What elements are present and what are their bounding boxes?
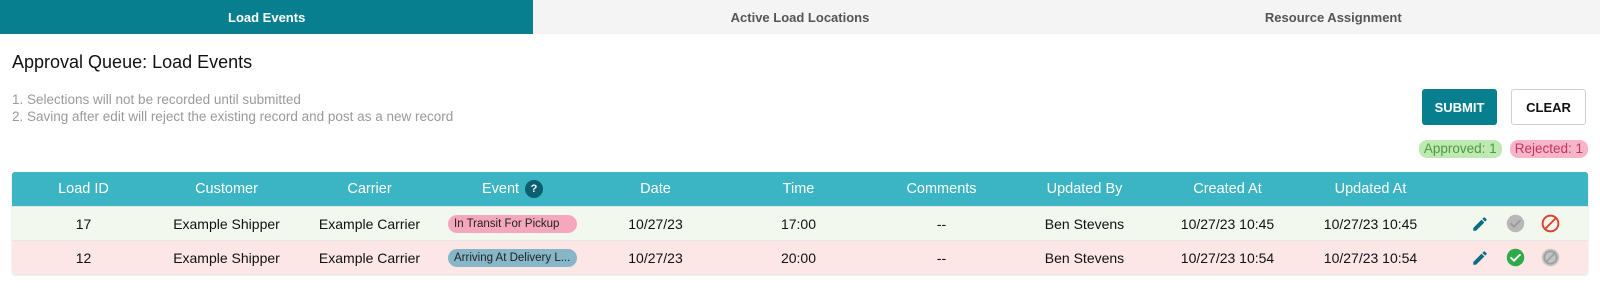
help-icon[interactable]: ? bbox=[525, 180, 544, 198]
cell-actions bbox=[1442, 247, 1588, 268]
tab-active-load-locations[interactable]: Active Load Locations bbox=[533, 0, 1067, 34]
approve-icon[interactable] bbox=[1505, 213, 1526, 234]
instruction-line: 2. Saving after edit will reject the exi… bbox=[12, 109, 454, 124]
tab-bar: Load Events Active Load Locations Resour… bbox=[0, 0, 1600, 34]
cell-created-at: 10/27/23 10:45 bbox=[1180, 215, 1275, 232]
table-row: 17 Example Shipper Example Carrier In Tr… bbox=[12, 206, 1588, 240]
header-carrier: Carrier bbox=[347, 181, 392, 197]
cell-comments: -- bbox=[936, 215, 947, 232]
cell-carrier: Example Carrier bbox=[318, 249, 421, 266]
tab-resource-assignment[interactable]: Resource Assignment bbox=[1066, 0, 1600, 34]
approved-count-badge: Approved: 1 bbox=[1418, 140, 1502, 158]
header-updated-by: Updated By bbox=[1046, 181, 1123, 197]
header-updated-at: Updated At bbox=[1334, 181, 1407, 197]
cell-load-id: 17 bbox=[75, 215, 92, 232]
cell-updated-by: Ben Stevens bbox=[1044, 215, 1125, 232]
header-customer: Customer bbox=[195, 181, 258, 197]
cell-customer: Example Shipper bbox=[173, 215, 280, 232]
header-created-at: Created At bbox=[1193, 181, 1262, 197]
edit-icon[interactable] bbox=[1470, 213, 1491, 234]
approve-icon[interactable] bbox=[1505, 247, 1526, 268]
tab-load-events[interactable]: Load Events bbox=[0, 0, 534, 34]
cell-customer: Example Shipper bbox=[173, 249, 280, 266]
table-header: Load ID Customer Carrier Event ? Date Ti… bbox=[12, 172, 1588, 206]
reject-icon[interactable] bbox=[1540, 247, 1561, 268]
cell-comments: -- bbox=[936, 249, 947, 266]
selection-counts: Approved: 1 Rejected: 1 bbox=[1418, 140, 1588, 158]
page-title: Approval Queue: Load Events bbox=[12, 52, 253, 72]
reject-icon[interactable] bbox=[1540, 213, 1561, 234]
event-pill: Arriving At Delivery L... bbox=[448, 248, 577, 267]
cell-updated-at: 10/27/23 10:54 bbox=[1323, 249, 1418, 266]
header-comments: Comments bbox=[906, 181, 977, 197]
instruction-line: 1. Selections will not be recorded until… bbox=[12, 92, 301, 107]
cell-date: 10/27/23 bbox=[628, 215, 683, 232]
cell-event: Arriving At Delivery L... bbox=[441, 248, 584, 267]
submit-button[interactable]: SUBMIT bbox=[1422, 89, 1497, 125]
cell-load-id: 12 bbox=[75, 249, 92, 266]
cell-event: In Transit For Pickup bbox=[441, 214, 584, 233]
cell-updated-by: Ben Stevens bbox=[1044, 249, 1125, 266]
header-event: Event ? bbox=[441, 180, 584, 198]
header-date: Date bbox=[640, 181, 671, 197]
header-event-label: Event bbox=[481, 181, 520, 197]
cell-carrier: Example Carrier bbox=[318, 215, 421, 232]
cell-time: 20:00 bbox=[780, 249, 817, 266]
cell-time: 17:00 bbox=[780, 215, 817, 232]
approval-table: Load ID Customer Carrier Event ? Date Ti… bbox=[12, 172, 1588, 274]
cell-date: 10/27/23 bbox=[628, 249, 683, 266]
table-row: 12 Example Shipper Example Carrier Arriv… bbox=[12, 240, 1588, 274]
cell-created-at: 10/27/23 10:54 bbox=[1180, 249, 1275, 266]
header-load-id: Load ID bbox=[58, 181, 109, 197]
instructions: 1. Selections will not be recorded until… bbox=[12, 91, 453, 125]
clear-button[interactable]: CLEAR bbox=[1511, 89, 1586, 125]
edit-icon[interactable] bbox=[1470, 247, 1491, 268]
cell-updated-at: 10/27/23 10:45 bbox=[1323, 215, 1418, 232]
cell-actions bbox=[1442, 213, 1588, 234]
header-time: Time bbox=[782, 181, 815, 197]
event-pill: In Transit For Pickup bbox=[448, 214, 577, 233]
rejected-count-badge: Rejected: 1 bbox=[1509, 140, 1588, 158]
